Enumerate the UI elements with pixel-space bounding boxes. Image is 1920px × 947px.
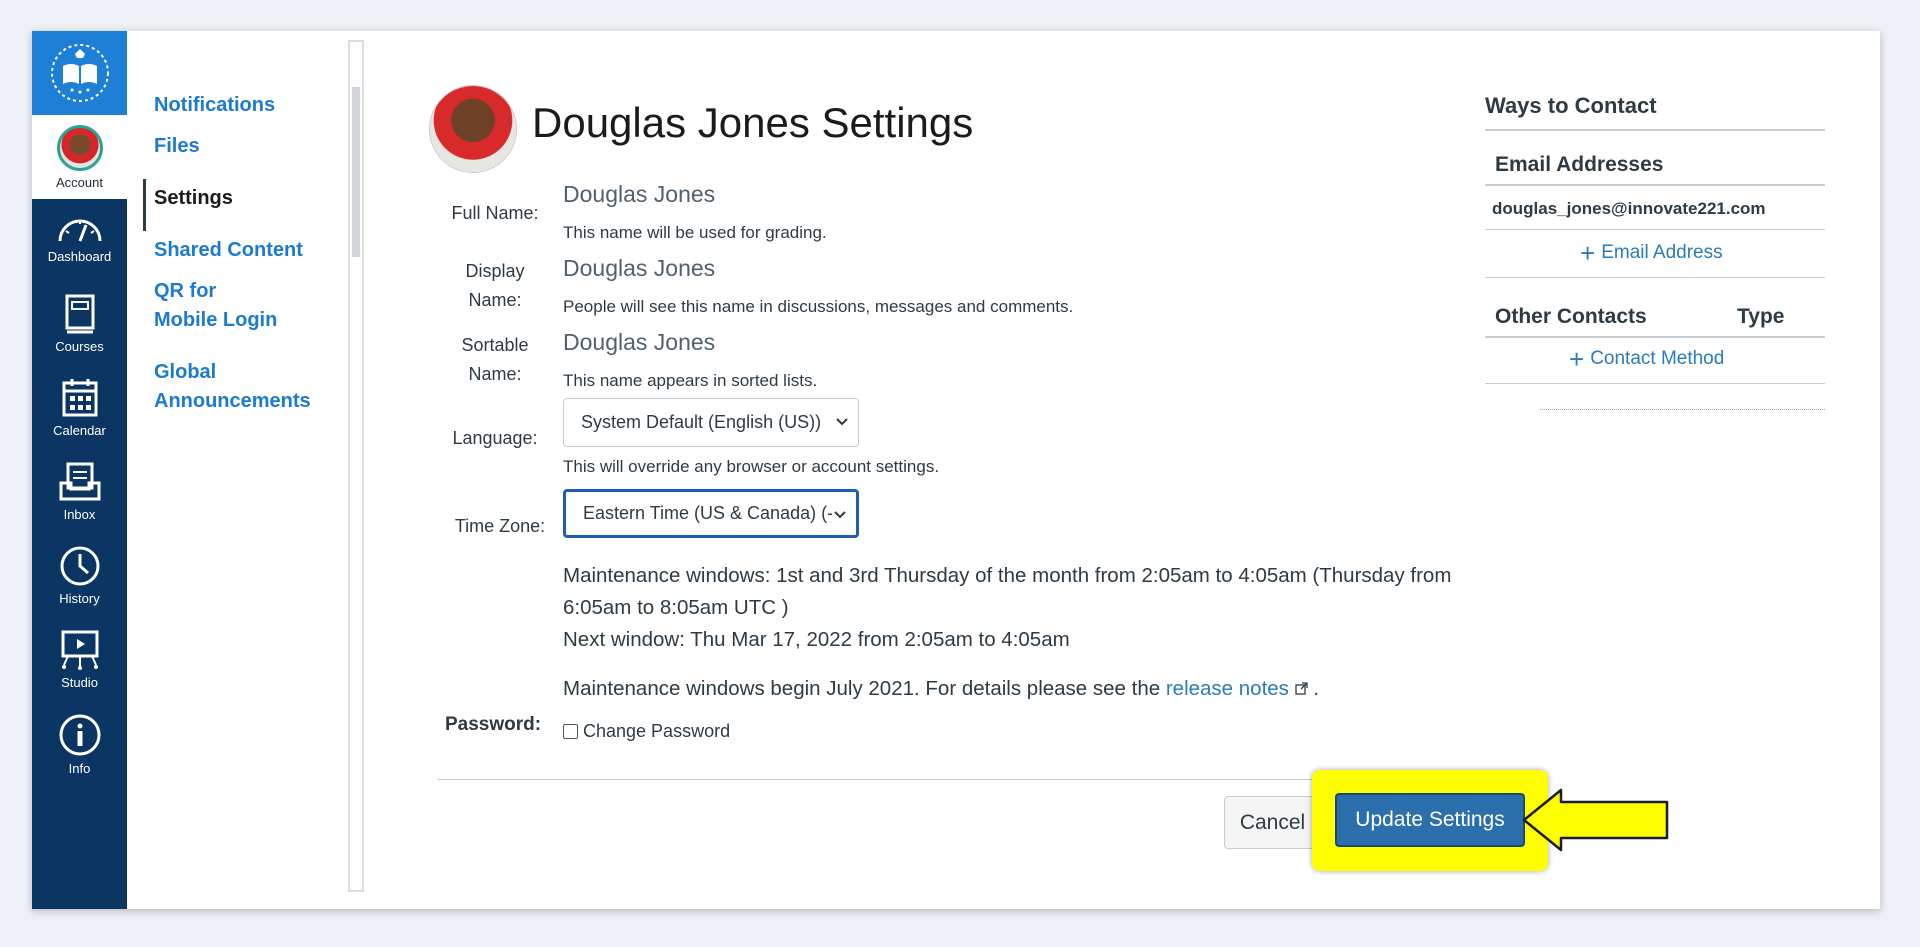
language-hint: This will override any browser or accoun… bbox=[563, 457, 940, 476]
cancel-button[interactable]: Cancel bbox=[1224, 796, 1321, 849]
page-title: Douglas Jones Settings bbox=[532, 99, 974, 146]
sortable-name-hint: This name appears in sorted lists. bbox=[563, 371, 818, 390]
nav-info[interactable]: Info bbox=[32, 711, 127, 795]
other-contacts-header: Other Contacts bbox=[1495, 305, 1647, 328]
nav-inbox-label: Inbox bbox=[63, 507, 96, 522]
time-zone-select[interactable]: Eastern Time (US & Canada) (- bbox=[561, 487, 861, 540]
language-select[interactable]: System Default (English (US)) bbox=[563, 398, 859, 447]
maintenance-details-suffix: . bbox=[1307, 677, 1320, 700]
account-nav-files[interactable]: Files bbox=[154, 132, 200, 161]
add-contact-method-link[interactable]: + Contact Method bbox=[1569, 344, 1725, 374]
scrollbar-thumb[interactable] bbox=[352, 87, 360, 257]
account-nav-shared-content[interactable]: Shared Content bbox=[154, 236, 303, 265]
account-nav-qr-login[interactable]: QR for Mobile Login bbox=[154, 277, 277, 335]
nav-studio[interactable]: Studio bbox=[32, 627, 127, 711]
nav-dashboard[interactable]: Dashboard bbox=[32, 207, 127, 291]
info-icon bbox=[59, 714, 100, 756]
display-name-label: Display Name: bbox=[465, 261, 525, 310]
account-nav-global-announcements[interactable]: Global Announcements bbox=[154, 358, 311, 416]
nav-inbox[interactable]: Inbox bbox=[32, 459, 127, 543]
change-password-row[interactable]: Change Password bbox=[563, 721, 730, 742]
external-link-icon bbox=[1294, 682, 1308, 695]
courses-icon bbox=[65, 294, 94, 334]
plus-icon: + bbox=[1580, 238, 1596, 268]
chevron-down-icon bbox=[836, 418, 848, 426]
sortable-name-value: Douglas Jones bbox=[563, 329, 716, 355]
ways-to-contact-title: Ways to Contact bbox=[1485, 93, 1657, 118]
maintenance-windows-text: Maintenance windows: 1st and 3rd Thursda… bbox=[563, 564, 1452, 619]
nav-history[interactable]: History bbox=[32, 543, 127, 627]
nav-history-label: History bbox=[59, 591, 100, 606]
sortable-name-label: Sortable Name: bbox=[461, 335, 529, 384]
dotted-divider bbox=[1540, 409, 1825, 410]
history-icon bbox=[60, 546, 99, 586]
release-notes-link-label: release notes bbox=[1165, 677, 1289, 700]
divider bbox=[1485, 184, 1825, 186]
full-name-hint: This name will be used for grading. bbox=[563, 223, 827, 242]
maintenance-details: Maintenance windows begin July 2021. For… bbox=[563, 673, 1523, 705]
divider bbox=[1485, 383, 1825, 384]
email-addresses-header: Email Addresses bbox=[1495, 153, 1664, 176]
add-contact-label: Contact Method bbox=[1590, 348, 1725, 369]
divider bbox=[1485, 229, 1825, 230]
divider bbox=[1485, 277, 1825, 278]
time-zone-select-value: Eastern Time (US & Canada) (- bbox=[583, 503, 834, 523]
nav-account-label: Account bbox=[56, 175, 103, 190]
plus-icon: + bbox=[1569, 344, 1585, 374]
change-password-checkbox[interactable] bbox=[563, 724, 578, 739]
nav-calendar[interactable]: Calendar bbox=[32, 375, 127, 459]
nav-courses[interactable]: Courses bbox=[32, 291, 127, 375]
profile-avatar[interactable] bbox=[430, 86, 516, 172]
active-indicator bbox=[143, 179, 146, 231]
calendar-icon bbox=[62, 379, 97, 417]
nav-account[interactable]: Account bbox=[32, 115, 127, 199]
add-email-label: Email Address bbox=[1601, 242, 1723, 263]
nav-studio-label: Studio bbox=[61, 675, 98, 690]
password-label: Password: bbox=[445, 714, 542, 735]
global-nav: Account Dashboard Courses Calendar Inbox… bbox=[32, 31, 127, 909]
avatar bbox=[56, 125, 103, 171]
inbox-icon bbox=[59, 462, 100, 501]
divider bbox=[1485, 129, 1825, 131]
app-window: Account Dashboard Courses Calendar Inbox… bbox=[32, 31, 1880, 909]
language-select-value: System Default (English (US)) bbox=[581, 412, 822, 432]
maintenance-details-text: Maintenance windows begin July 2021. For… bbox=[563, 677, 1166, 700]
divider bbox=[1485, 336, 1825, 338]
book-logo-icon bbox=[50, 44, 109, 102]
chevron-down-icon bbox=[832, 507, 848, 523]
update-settings-button[interactable]: Update Settings bbox=[1335, 793, 1525, 847]
display-name-value: Douglas Jones bbox=[563, 255, 716, 281]
nav-info-label: Info bbox=[68, 761, 91, 776]
dashboard-icon bbox=[58, 219, 101, 242]
full-name-value: Douglas Jones bbox=[563, 181, 716, 207]
email-address[interactable]: douglas_jones@innovate221.com bbox=[1492, 199, 1766, 219]
release-notes-link[interactable]: release notes bbox=[1166, 677, 1308, 700]
nav-dashboard-label: Dashboard bbox=[47, 249, 112, 264]
nav-courses-label: Courses bbox=[55, 339, 104, 354]
display-name-hint: People will see this name in discussions… bbox=[563, 297, 1074, 316]
language-label: Language: bbox=[452, 428, 538, 448]
time-zone-label: Time Zone: bbox=[454, 516, 546, 536]
next-window-text: Next window: Thu Mar 17, 2022 from 2:05a… bbox=[563, 628, 1070, 651]
nav-calendar-label: Calendar bbox=[53, 423, 106, 438]
institution-logo[interactable] bbox=[32, 31, 127, 115]
type-header: Type bbox=[1737, 305, 1785, 328]
full-name-label: Full Name: bbox=[451, 203, 539, 223]
account-nav-settings[interactable]: Settings bbox=[154, 184, 233, 213]
change-password-label: Change Password bbox=[583, 721, 731, 741]
add-email-address-link[interactable]: + Email Address bbox=[1580, 238, 1723, 268]
studio-icon bbox=[61, 630, 98, 670]
nav-scrollbar[interactable] bbox=[348, 40, 364, 892]
pointer-arrow-icon bbox=[1522, 788, 1669, 852]
account-nav-notifications[interactable]: Notifications bbox=[154, 91, 275, 120]
account-nav: Notifications Files Settings Shared Cont… bbox=[127, 31, 362, 909]
